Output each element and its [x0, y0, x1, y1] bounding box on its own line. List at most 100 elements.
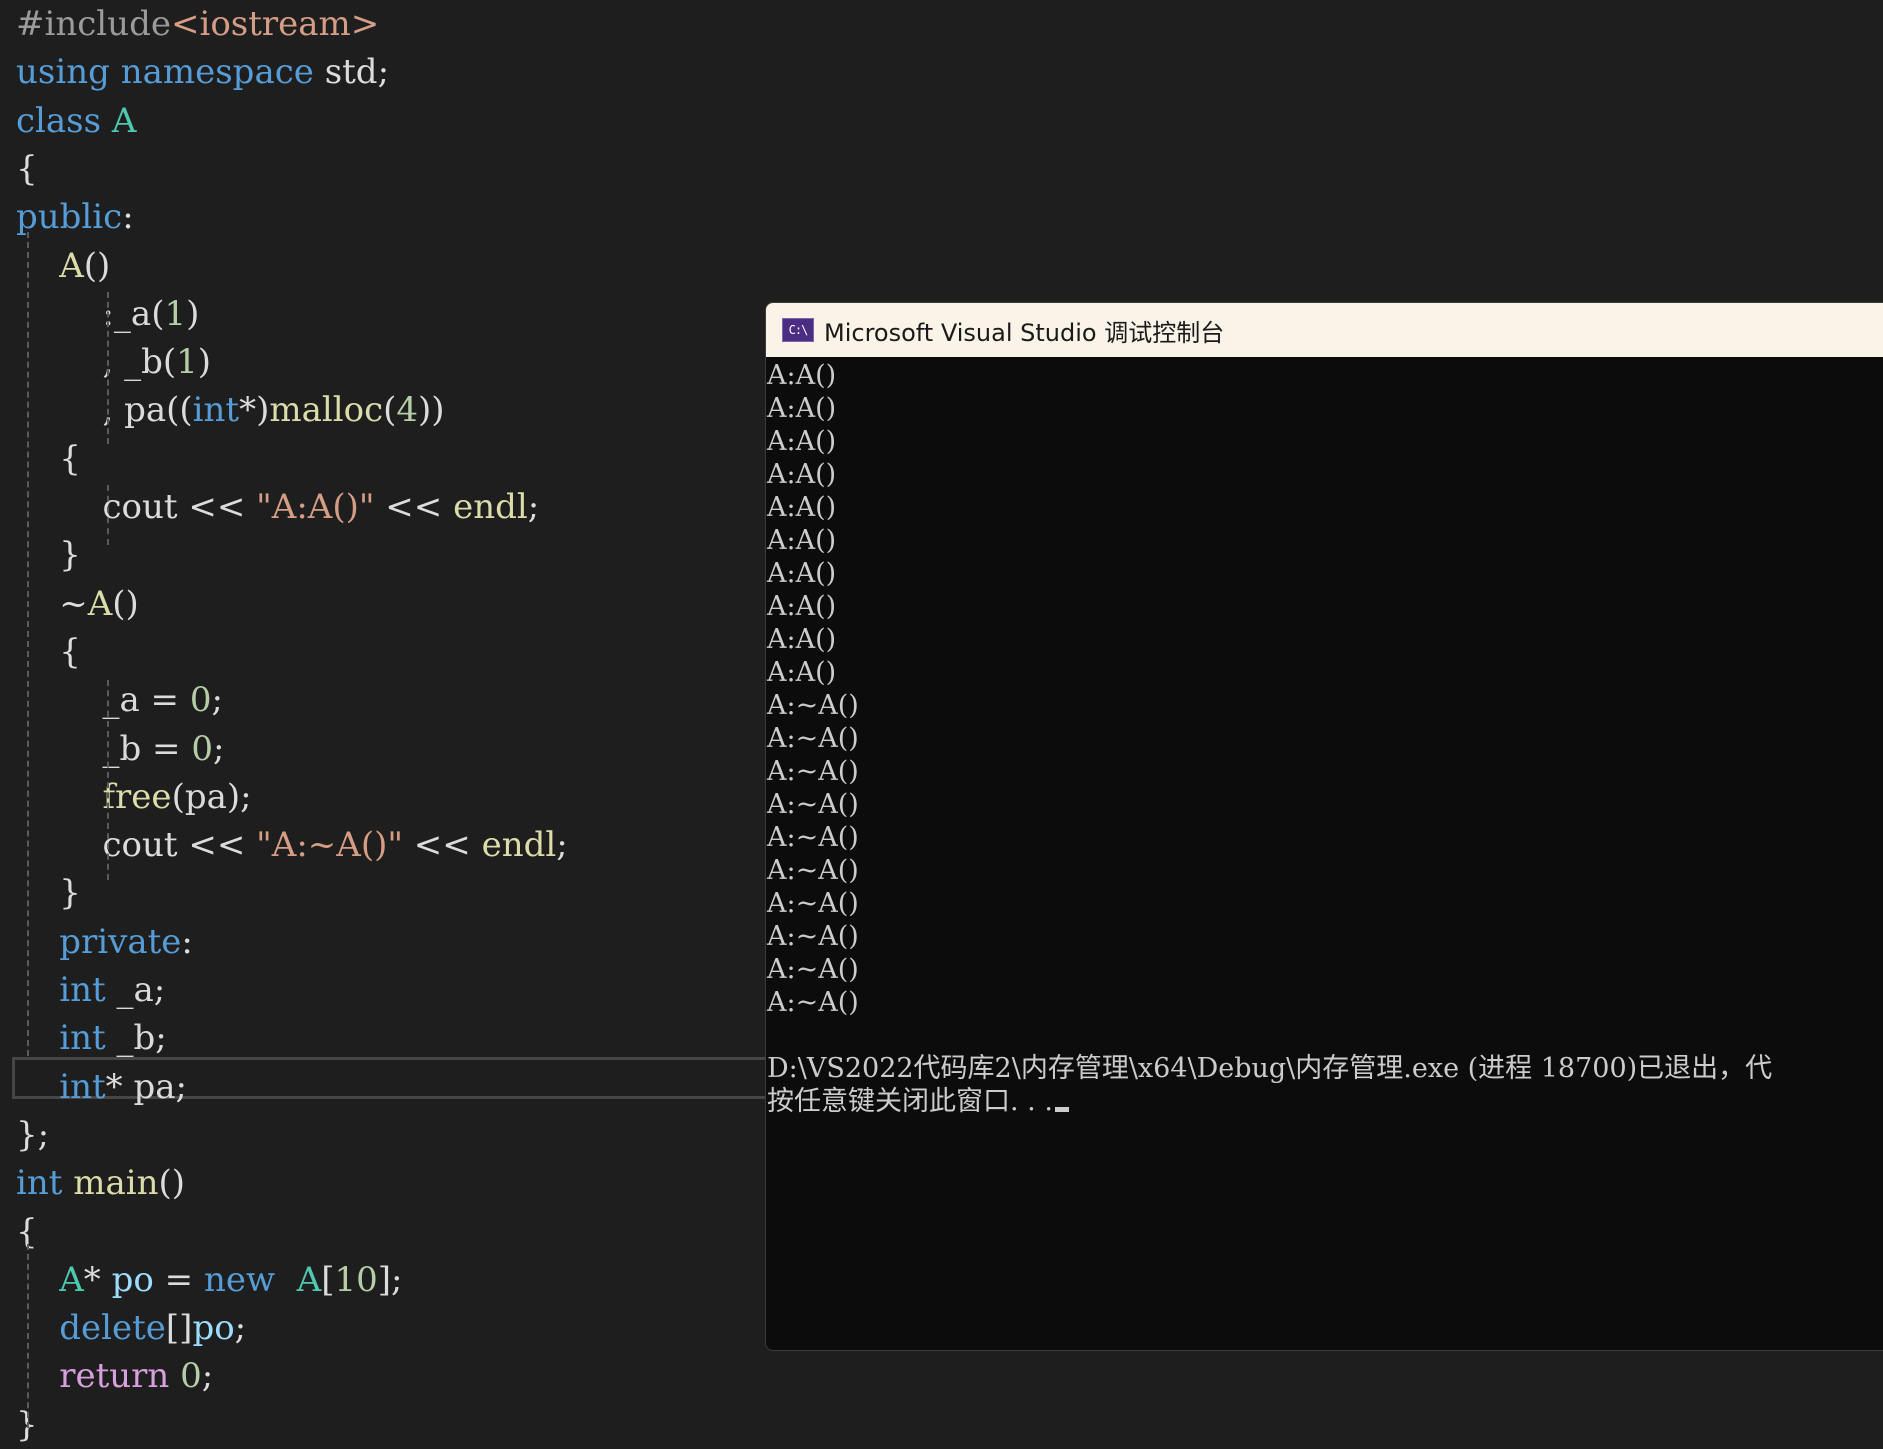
console-line: A:A() — [767, 657, 837, 688]
code-token: * — [105, 1066, 134, 1107]
code-token: << — [402, 825, 482, 866]
code-line[interactable]: cout << "A:~A()" << endl; — [16, 821, 568, 869]
code-line[interactable]: cout << "A:A()" << endl; — [16, 483, 539, 531]
code-token: int — [59, 970, 106, 1010]
code-token: 10 — [334, 1259, 378, 1300]
console-line: A:A() — [767, 426, 837, 457]
indent-guide — [107, 485, 109, 545]
console-output[interactable]: A:A() A:A() A:A() A:A() A:A() A:A() A:A() A:A()… — [766, 357, 1883, 1350]
indent-guide — [27, 232, 29, 1056]
code-line[interactable]: A* po = new A[10]; — [16, 1256, 402, 1304]
code-token: cout << — [16, 487, 257, 527]
code-line[interactable]: using namespace std; — [16, 48, 389, 96]
code-line[interactable]: int main() — [16, 1159, 185, 1207]
code-line[interactable]: delete[]po; — [16, 1304, 246, 1352]
code-line[interactable]: public: — [16, 193, 134, 241]
code-line[interactable]: #include<iostream> — [16, 0, 379, 48]
code-line[interactable]: ~A() — [16, 580, 139, 628]
code-token: namespace — [120, 52, 314, 93]
code-token: [] — [165, 1308, 193, 1349]
code-token: : — [122, 197, 134, 238]
code-token: }; — [16, 1114, 50, 1155]
code-token: pa — [133, 1066, 176, 1107]
code-token: public — [16, 197, 123, 238]
code-line[interactable]: int _a; — [16, 966, 165, 1014]
code-line[interactable]: , _b(1) — [16, 338, 211, 386]
console-line: A:A() — [767, 558, 837, 589]
code-token: 0 — [191, 728, 213, 769]
console-title: Microsoft Visual Studio 调试控制台 — [824, 318, 1225, 347]
code-token: ; — [234, 1308, 247, 1349]
console-line: A:~A() — [767, 954, 859, 985]
code-token: ( — [151, 293, 165, 334]
code-line[interactable]: } — [16, 869, 81, 917]
code-token: ) — [197, 342, 212, 383]
code-token: po — [192, 1308, 235, 1349]
code-token: : — [181, 921, 193, 962]
code-line[interactable]: , pa((int*)malloc(4)) — [16, 386, 444, 434]
console-line: A:A() — [767, 393, 837, 424]
code-token: ( — [171, 776, 185, 817]
code-line[interactable]: free(pa); — [16, 773, 252, 821]
code-token: (( — [166, 390, 193, 431]
code-line[interactable]: return 0; — [16, 1352, 213, 1400]
code-token: * — [83, 1259, 112, 1300]
code-token: free — [102, 776, 172, 817]
code-token: A — [111, 100, 137, 141]
code-line[interactable]: } — [16, 531, 81, 579]
code-line[interactable]: { — [16, 628, 81, 676]
code-line[interactable]: A() — [16, 242, 110, 290]
code-token: "A:~A()" — [256, 825, 403, 866]
console-line: A:~A() — [767, 822, 859, 853]
code-token: { — [16, 148, 38, 189]
code-token: ; — [527, 487, 540, 527]
code-token: ; — [175, 1066, 187, 1107]
console-line: D:\VS2022代码库2\内存管理\x64\Debug\内存管理.exe (进… — [767, 1053, 1773, 1084]
code-token: pa — [184, 776, 227, 817]
code-line[interactable]: }; — [16, 1111, 49, 1159]
code-token: ( — [383, 390, 397, 431]
code-token: 0 — [180, 1356, 202, 1397]
code-token: delete — [59, 1308, 166, 1349]
code-token: main — [73, 1163, 159, 1204]
code-token: _a — [113, 293, 152, 334]
code-token: int — [59, 1066, 106, 1107]
console-line: A:~A() — [767, 987, 859, 1018]
code-token: <iostream> — [170, 4, 380, 44]
code-token: ; — [201, 1356, 214, 1397]
debug-console-window[interactable]: C:\ Microsoft Visual Studio 调试控制台 A:A() A… — [765, 302, 1883, 1351]
code-token: ; — [212, 728, 225, 769]
code-token: } — [16, 873, 81, 914]
code-token: ; — [155, 1018, 167, 1059]
code-token: ); — [226, 776, 252, 817]
code-token: = — [139, 680, 190, 721]
console-line: A:~A() — [767, 921, 859, 952]
code-line[interactable]: _a = 0; — [16, 676, 223, 724]
indent-guide — [27, 1244, 29, 1428]
code-line[interactable]: _b = 0; — [16, 725, 224, 773]
code-token: new — [203, 1259, 276, 1300]
code-line[interactable]: class A — [16, 97, 136, 145]
console-line: A:~A() — [767, 888, 859, 919]
code-token: endl — [453, 487, 528, 527]
console-cursor — [1054, 1107, 1069, 1112]
console-titlebar[interactable]: C:\ Microsoft Visual Studio 调试控制台 — [766, 303, 1883, 357]
code-line[interactable]: private: — [16, 918, 193, 966]
code-line[interactable]: { — [16, 435, 81, 483]
code-token: } — [16, 535, 81, 576]
code-token: ; — [556, 825, 568, 866]
code-line[interactable]: { — [16, 145, 38, 193]
code-line[interactable]: int _b; — [16, 1014, 167, 1062]
code-token: cout << — [16, 825, 257, 866]
console-line: A:~A() — [767, 789, 859, 820]
code-line[interactable]: int* pa; — [16, 1063, 187, 1111]
code-token: A — [87, 583, 113, 624]
indent-guide — [107, 680, 109, 880]
code-token: po — [111, 1259, 154, 1300]
